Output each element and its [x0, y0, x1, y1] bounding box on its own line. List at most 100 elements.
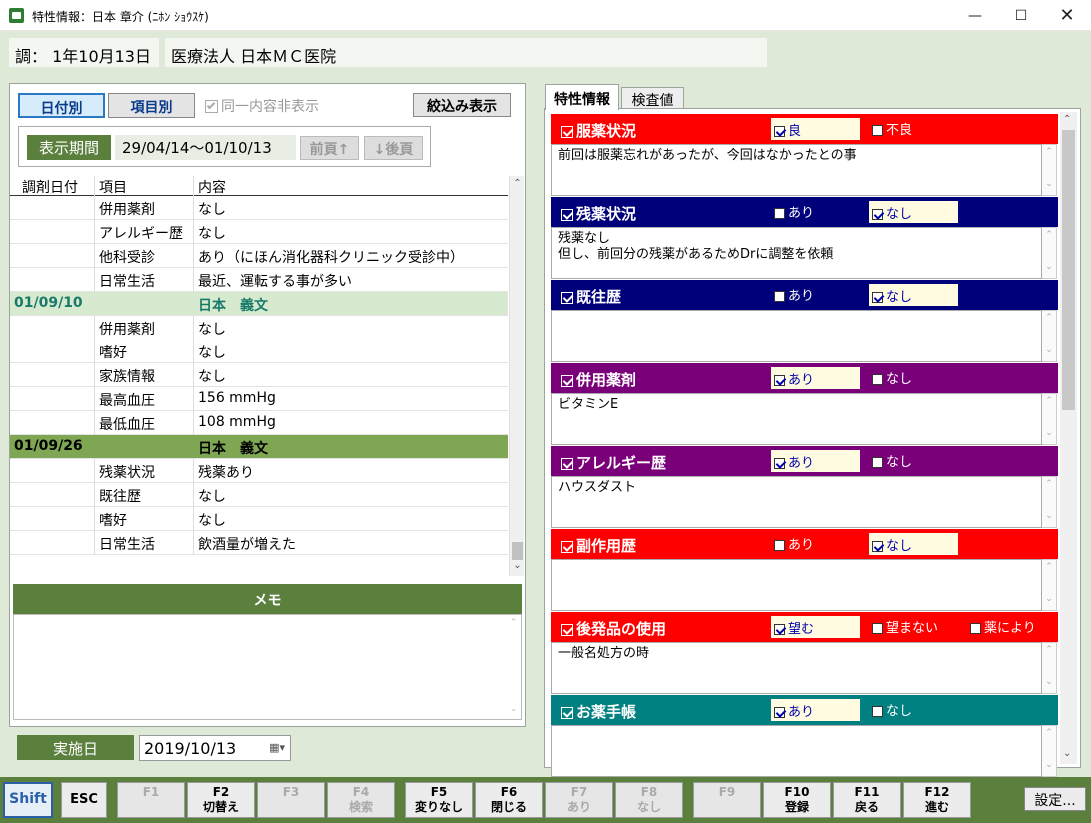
option-checkbox[interactable]: なし [872, 700, 912, 719]
tab-test-values[interactable]: 検査値 [621, 87, 684, 109]
section-enable-checkbox[interactable]: 既往歴 [561, 286, 621, 307]
impl-date-input[interactable]: 2019/10/13 ▦▾ [139, 735, 291, 761]
section-enable-checkbox[interactable]: 残薬状況 [561, 203, 636, 224]
section-text[interactable] [551, 310, 1042, 362]
option-checkbox[interactable]: あり [771, 450, 860, 472]
option-checkbox[interactable]: なし [869, 201, 958, 223]
section-text[interactable]: ハウスダスト [551, 476, 1042, 528]
fkey-f6[interactable]: F6 閉じる [475, 782, 543, 818]
table-group-row[interactable]: 01/09/26 日本 義文 [10, 435, 508, 459]
section-scrollbar[interactable]: ⌃ ⌄ [1042, 310, 1057, 362]
fkey-f9[interactable]: F9 [693, 782, 761, 818]
fkey-f4[interactable]: F4 検索 [327, 782, 395, 818]
table-row[interactable]: 残薬状況 残薬あり [10, 458, 508, 483]
scroll-down-icon[interactable]: ⌄ [510, 560, 525, 571]
section-scrollbar[interactable]: ⌃ ⌄ [1042, 642, 1057, 694]
table-row[interactable]: 他科受診 あり（にほん消化器科クリニック受診中） [10, 243, 508, 268]
scroll-up-icon[interactable]: ⌃ [510, 178, 525, 189]
option-checkbox[interactable]: なし [872, 451, 912, 470]
table-row[interactable]: 日常生活 最近、運転する事が多い [10, 267, 508, 292]
table-row[interactable]: 嗜好 なし [10, 339, 508, 364]
table-row[interactable]: 最高血圧 156 mmHg [10, 387, 508, 412]
fkey-f11[interactable]: F11 戻る [833, 782, 901, 818]
table-row[interactable]: 日常生活 飲酒量が増えた [10, 530, 508, 555]
fkey-label: なし [636, 800, 661, 814]
scroll-thumb[interactable] [1062, 130, 1075, 410]
fkey-f10[interactable]: F10 登録 [763, 782, 831, 818]
grid-scrollbar[interactable]: ⌃ ⌄ [509, 176, 524, 576]
right-scrollbar[interactable]: ⌃ ⌄ [1060, 112, 1077, 764]
table-row[interactable]: 併用薬剤 なし [10, 196, 508, 220]
table-row[interactable]: 最低血圧 108 mmHg [10, 411, 508, 436]
section-enable-checkbox[interactable]: 副作用歴 [561, 535, 636, 556]
section-title: 既往歴 [576, 288, 622, 306]
section-enable-checkbox[interactable]: 服薬状況 [561, 120, 636, 141]
tab-by-item[interactable]: 項目別 [108, 93, 195, 118]
section-scrollbar[interactable]: ⌃ ⌄ [1042, 559, 1057, 611]
option-checkbox[interactable]: あり [774, 285, 814, 304]
tab-by-date[interactable]: 日付別 [18, 93, 105, 118]
close-icon[interactable]: ✕ [1044, 0, 1090, 31]
section-enable-checkbox[interactable]: アレルギー歴 [561, 452, 666, 473]
option-checkbox[interactable]: なし [869, 284, 958, 306]
table-row[interactable]: 家族情報 なし [10, 363, 508, 388]
section-scrollbar[interactable]: ⌃ ⌄ [1042, 144, 1057, 196]
table-group-row[interactable]: 01/09/10 日本 義文 [10, 291, 508, 316]
option-label: なし [886, 207, 913, 222]
minimize-icon[interactable]: — [952, 0, 998, 31]
filter-button[interactable]: 絞込み表示 [413, 93, 511, 117]
section-enable-checkbox[interactable]: 併用薬剤 [561, 369, 636, 390]
cell-item: 日常生活 [99, 273, 155, 290]
option-checkbox[interactable]: 不良 [872, 119, 912, 138]
fkey-esc[interactable]: ESC [61, 782, 107, 818]
section-text[interactable] [551, 559, 1042, 611]
cell-content: なし [198, 512, 226, 529]
section-enable-checkbox[interactable]: お薬手帳 [561, 701, 636, 722]
scroll-down-icon[interactable]: ⌄ [1063, 748, 1071, 759]
table-row[interactable]: 併用薬剤 なし [10, 315, 508, 340]
section-enable-checkbox[interactable]: 後発品の使用 [561, 618, 666, 639]
tab-characteristics[interactable]: 特性情報 [545, 84, 619, 110]
fkey-f1[interactable]: F1 [117, 782, 185, 818]
section-scrollbar[interactable]: ⌃ ⌄ [1042, 725, 1057, 777]
section-text[interactable]: 残薬なし 但し、前回分の残薬があるためDrに調整を依頼 [551, 227, 1042, 279]
memo-scrollbar[interactable]: ⌃ ⌄ [506, 615, 521, 719]
fkey-f3[interactable]: F3 [257, 782, 325, 818]
option-checkbox[interactable]: なし [869, 533, 958, 555]
option-checkbox[interactable]: あり [771, 699, 860, 721]
scroll-thumb[interactable] [512, 542, 523, 560]
section-scrollbar[interactable]: ⌃ ⌄ [1042, 227, 1057, 279]
fkey-f2[interactable]: F2 切替え [187, 782, 255, 818]
option-checkbox[interactable]: あり [774, 202, 814, 221]
section-text[interactable]: 一般名処方の時 [551, 642, 1042, 694]
option-checkbox[interactable]: 薬により [970, 617, 1036, 636]
option-checkbox[interactable]: あり [774, 534, 814, 553]
maximize-icon[interactable]: ☐ [998, 0, 1044, 31]
section-scrollbar[interactable]: ⌃ ⌄ [1042, 393, 1057, 445]
option-checkbox[interactable]: なし [872, 368, 912, 387]
section-text[interactable]: ビタミンE [551, 393, 1042, 445]
fkey-f12[interactable]: F12 進む [903, 782, 971, 818]
hide-same-checkbox[interactable]: 同一内容非表示 [205, 96, 319, 116]
fkey-f8[interactable]: F8 なし [615, 782, 683, 818]
fkey-f7[interactable]: F7 あり [545, 782, 613, 818]
option-checkbox[interactable]: 望まない [872, 617, 938, 636]
memo-textarea[interactable]: ⌃ ⌄ [13, 614, 522, 720]
next-page-button[interactable]: ↓後頁 [364, 136, 423, 160]
table-row[interactable]: 既往歴 なし [10, 482, 508, 507]
option-checkbox[interactable]: 望む [771, 616, 860, 638]
table-row[interactable]: アレルギー歴 なし [10, 219, 508, 244]
settings-button[interactable]: 設定... [1024, 787, 1086, 811]
checkbox-icon [872, 706, 883, 717]
table-row[interactable]: 嗜好 なし [10, 506, 508, 531]
prev-page-button[interactable]: 前頁↑ [300, 136, 359, 160]
calendar-dropdown-icon[interactable]: ▦▾ [269, 741, 285, 754]
option-checkbox[interactable]: 良 [771, 118, 860, 140]
scroll-up-icon[interactable]: ⌃ [1063, 114, 1071, 125]
fkey-shift[interactable]: Shift [3, 782, 53, 818]
fkey-f5[interactable]: F5 変りなし [405, 782, 473, 818]
section-text[interactable] [551, 725, 1042, 777]
section-scrollbar[interactable]: ⌃ ⌄ [1042, 476, 1057, 528]
section-text[interactable]: 前回は服薬忘れがあったが、今回はなかったとの事 [551, 144, 1042, 196]
option-checkbox[interactable]: あり [771, 367, 860, 389]
